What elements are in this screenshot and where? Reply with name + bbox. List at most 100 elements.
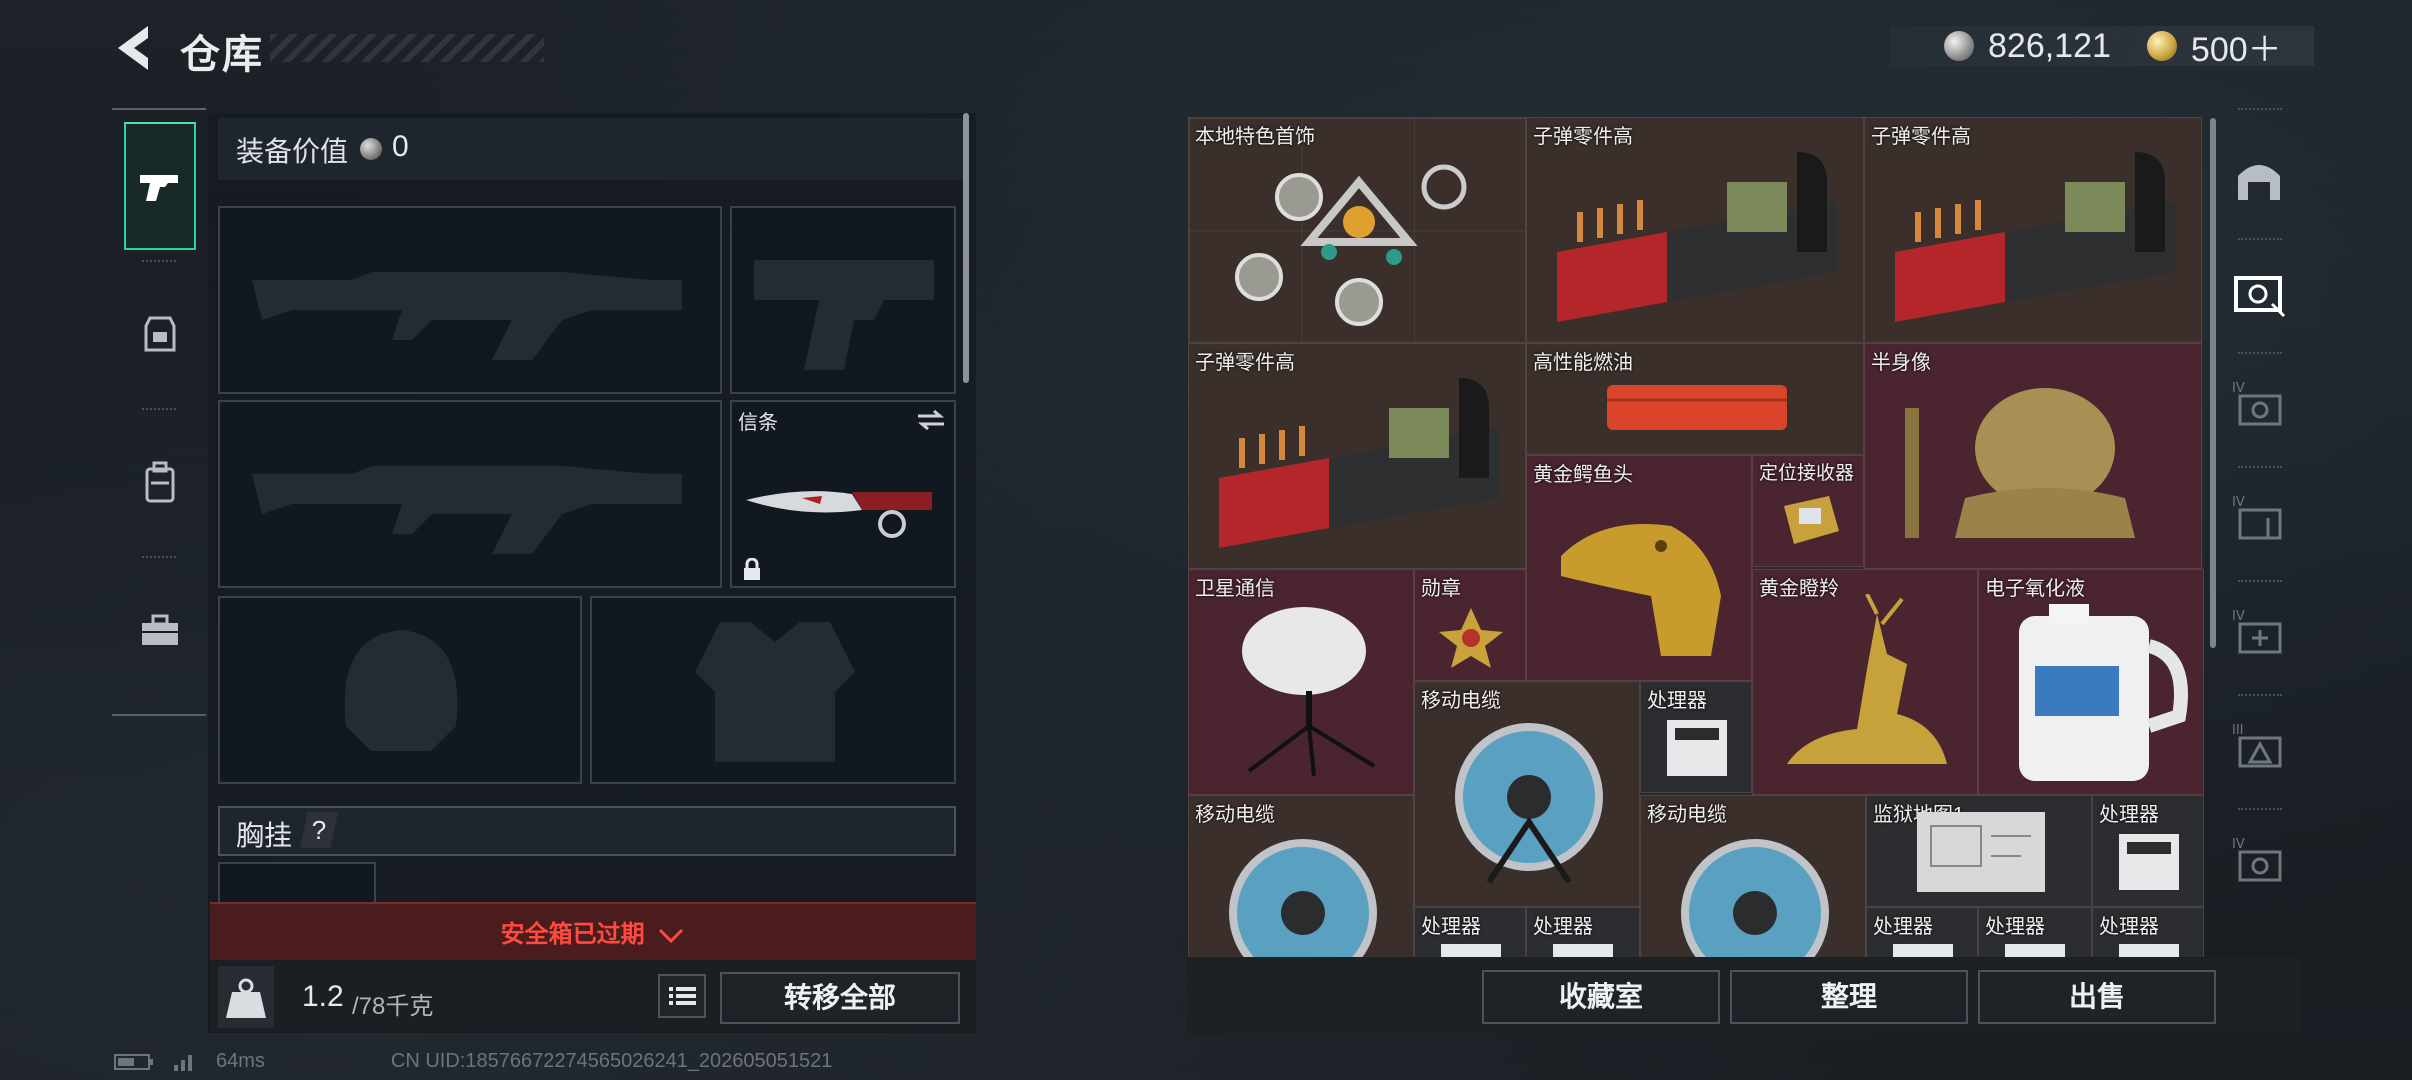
storage-page-iv-add-icon: IV — [2232, 609, 2282, 654]
chest-rig-item-slot[interactable] — [218, 862, 376, 902]
storage-item[interactable]: 处理器 — [1640, 681, 1752, 793]
tab-armor[interactable] — [124, 270, 196, 398]
storage-item[interactable]: 处理器 — [2092, 907, 2204, 957]
storage-page-tab[interactable]: IV — [2230, 606, 2288, 664]
item-label: 处理器 — [1647, 690, 1707, 712]
silver-coin-icon — [1944, 31, 1974, 61]
list-view-button[interactable] — [658, 974, 706, 1018]
page-title: 仓库 — [180, 33, 264, 77]
melee-slot[interactable]: 信条 — [730, 400, 956, 588]
storage-item[interactable]: 处理器 — [1526, 907, 1640, 957]
storage-grid: 本地特色首饰 子弹零件高 子弹零件高 子弹零件高 高性能燃油 半身像 黄金鳄鱼头… — [1188, 117, 2204, 957]
storage-item[interactable]: 黄金鳄鱼头 — [1526, 455, 1752, 681]
svg-text:IV: IV — [2232, 609, 2245, 624]
item-label: 处理器 — [1533, 916, 1593, 938]
chest-rig-label: 胸挂 — [236, 820, 293, 851]
weight-current: 1.2 — [302, 980, 344, 1013]
signal-icon — [174, 1054, 192, 1071]
storage-item[interactable]: 卫星通信 — [1188, 569, 1414, 795]
helmet-silhouette-icon — [344, 630, 458, 751]
storage-item[interactable]: 处理器 — [1414, 907, 1526, 957]
storage-item[interactable]: 子弹零件高 — [1188, 343, 1526, 569]
storage-page-tab-active[interactable] — [2230, 264, 2288, 322]
item-label: 处理器 — [2099, 804, 2159, 826]
storage-item[interactable]: 子弹零件高 — [1526, 117, 1864, 343]
list-icon — [669, 987, 696, 1005]
processor-icon — [1667, 720, 1727, 776]
collection-room-button[interactable]: 收藏室 — [1482, 970, 1720, 1024]
storage-item[interactable]: 处理器 — [2092, 795, 2204, 907]
ammo-parts-icon — [1219, 378, 1499, 548]
storage-item[interactable]: 电子氧化液 — [1978, 569, 2204, 795]
gold-currency-value: 500＋ — [2190, 30, 2282, 69]
kg-weight-icon — [226, 978, 266, 1018]
weight-icon — [218, 966, 274, 1028]
back-button[interactable] — [110, 22, 156, 74]
equipment-value: 0 — [392, 130, 409, 163]
helmet-slot[interactable] — [218, 596, 582, 784]
safehouse-tab[interactable] — [2230, 150, 2288, 208]
rifle-silhouette-icon — [252, 272, 682, 360]
secondary-weapon-slot[interactable] — [730, 206, 956, 394]
storage-item[interactable]: 移动电缆 — [1188, 795, 1414, 957]
bust-statue-icon — [1905, 388, 2135, 538]
storage-item[interactable]: 监狱地图1 — [1866, 795, 2092, 907]
golden-gazelle-icon — [1787, 594, 1947, 764]
chevron-down-icon — [659, 928, 684, 943]
transfer-all-button[interactable]: 转移全部 — [720, 972, 960, 1024]
ping-value: 64ms — [216, 1050, 265, 1072]
item-label: 黄金鳄鱼头 — [1533, 464, 1633, 486]
primary-weapon-slot[interactable] — [218, 206, 722, 394]
storage-page-tab[interactable]: III — [2230, 720, 2288, 778]
tab-backpack[interactable] — [124, 418, 196, 546]
tab-toolbox[interactable] — [124, 566, 196, 694]
storage-scrollbar[interactable] — [2210, 118, 2216, 648]
storage-page-tab[interactable]: IV — [2230, 378, 2288, 436]
cable-reel-icon — [1681, 839, 1829, 957]
storage-item[interactable]: 定位接收器 — [1752, 455, 1864, 567]
equipment-scrollbar[interactable] — [963, 113, 969, 383]
safebox-expired-label: 安全箱已过期 — [500, 921, 645, 948]
silver-currency-value: 826,121 — [1988, 26, 2111, 65]
storage-item[interactable]: 本地特色首饰 — [1188, 117, 1526, 343]
sell-button[interactable]: 出售 — [1978, 970, 2216, 1024]
processor-icon — [2119, 834, 2179, 890]
item-label: 处理器 — [2099, 916, 2159, 938]
storage-item[interactable]: 半身像 — [1864, 343, 2202, 569]
storage-page-iv-icon: IV — [2232, 495, 2282, 540]
uid-text: CN UID:18576672274565026241_202605051521 — [390, 1050, 833, 1072]
storage-page-tab[interactable]: IV — [2230, 492, 2288, 550]
svg-text:IV: IV — [2232, 381, 2245, 396]
primary-weapon-slot-2[interactable] — [218, 400, 722, 588]
svg-text:IV: IV — [2232, 837, 2245, 852]
item-label: 勋章 — [1421, 578, 1461, 600]
body-armor-slot[interactable] — [590, 596, 956, 784]
storage-item[interactable]: 高性能燃油 — [1526, 343, 1864, 455]
storage-item[interactable]: 勋章 — [1414, 569, 1526, 681]
gold-coin-icon — [2146, 31, 2177, 61]
swap-icon[interactable] — [916, 408, 946, 432]
storage-page-icon — [2234, 276, 2286, 318]
safebox-expired-text: 安全箱已过期 — [210, 914, 976, 949]
storage-item[interactable]: 移动电缆 — [1414, 681, 1640, 907]
storage-item[interactable]: 黄金瞪羚 — [1752, 569, 1978, 795]
pistol-icon — [140, 175, 178, 201]
storage-item[interactable]: 处理器 — [1866, 907, 1978, 957]
loadout-tab-column — [112, 108, 206, 716]
storage-page-iv-icon: IV — [2232, 381, 2282, 426]
storage-item[interactable]: 移动电缆 — [1640, 795, 1866, 957]
processor-icon — [1441, 944, 1501, 957]
svg-text:III: III — [2232, 723, 2244, 738]
tab-weapons[interactable] — [124, 122, 196, 250]
storage-item[interactable]: 子弹零件高 — [1864, 117, 2202, 343]
gps-receiver-icon — [1784, 496, 1839, 544]
lock-icon — [744, 558, 760, 580]
jewelry-icon — [1235, 164, 1467, 326]
storage-item[interactable]: 处理器 — [1978, 907, 2092, 957]
currency-bar: 826,121 500＋ — [1890, 26, 2314, 69]
storage-page-tab[interactable]: IV — [2230, 834, 2288, 892]
sort-button[interactable]: 整理 — [1730, 970, 1968, 1024]
status-bar: 64ms CN UID:18576672274565026241_2026050… — [114, 1050, 832, 1073]
knife-icon — [746, 491, 932, 538]
title-decoration — [270, 34, 544, 62]
